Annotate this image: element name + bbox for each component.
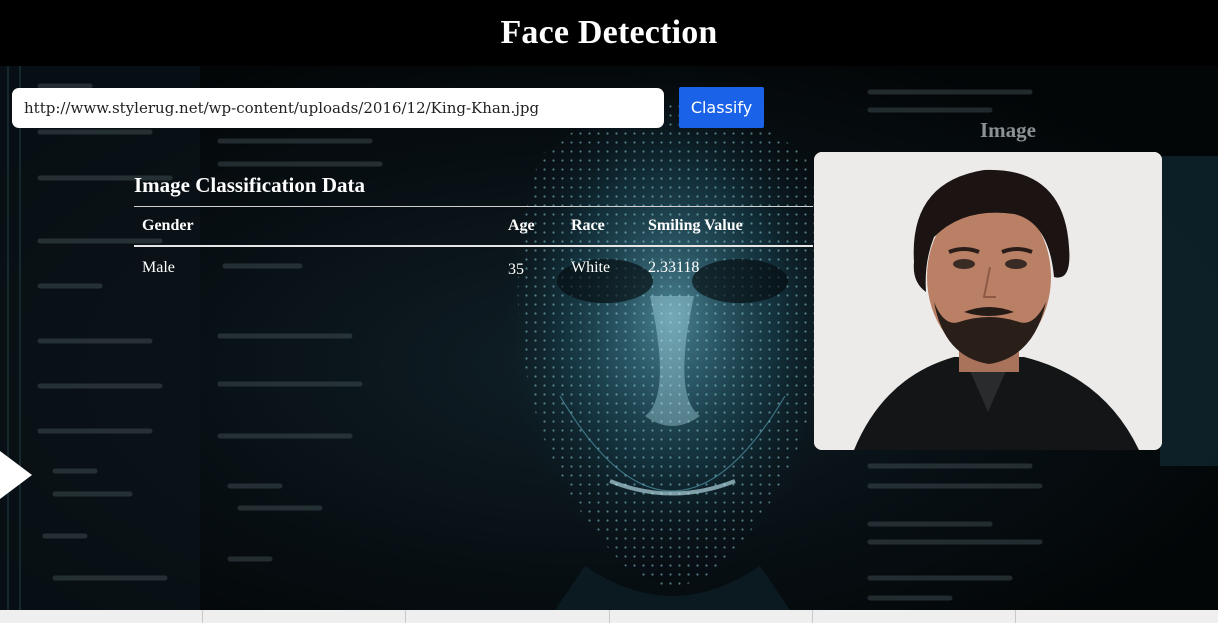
cell-gender: Male <box>142 259 175 276</box>
column-header-age: Age <box>508 217 535 234</box>
bottom-bar-segment <box>813 610 1016 623</box>
column-header-gender: Gender <box>142 217 194 234</box>
classification-table: Gender Age Race Smiling Value Male 35 Wh… <box>134 206 813 289</box>
bottom-bar <box>0 610 1218 623</box>
play-arrow-icon[interactable] <box>0 451 32 499</box>
cell-smiling-value: 2.33118 <box>648 259 700 276</box>
image-url-input[interactable] <box>12 88 664 128</box>
table-header-row: Gender Age Race Smiling Value <box>134 207 813 247</box>
column-header-smiling-value: Smiling Value <box>648 217 743 234</box>
cell-age: 35 <box>508 261 524 278</box>
classify-button[interactable]: Classify <box>679 87 764 128</box>
image-panel-label: Image <box>980 118 1036 142</box>
bottom-bar-segment <box>203 610 407 623</box>
main-stage: Classify Image Classification Data Gende… <box>0 66 1218 610</box>
classified-face-photo <box>814 152 1162 450</box>
cell-race: White <box>571 259 611 276</box>
classification-title: Image Classification Data <box>134 173 365 197</box>
bottom-bar-segment <box>610 610 813 623</box>
bottom-bar-segment <box>406 610 610 623</box>
bottom-bar-segment <box>1016 610 1218 623</box>
bottom-bar-segment <box>0 610 204 623</box>
column-header-race: Race <box>571 217 605 234</box>
table-row: Male 35 White 2.33118 <box>134 247 813 289</box>
header-bar: Face Detection <box>0 0 1218 66</box>
page-title: Face Detection <box>500 14 718 51</box>
